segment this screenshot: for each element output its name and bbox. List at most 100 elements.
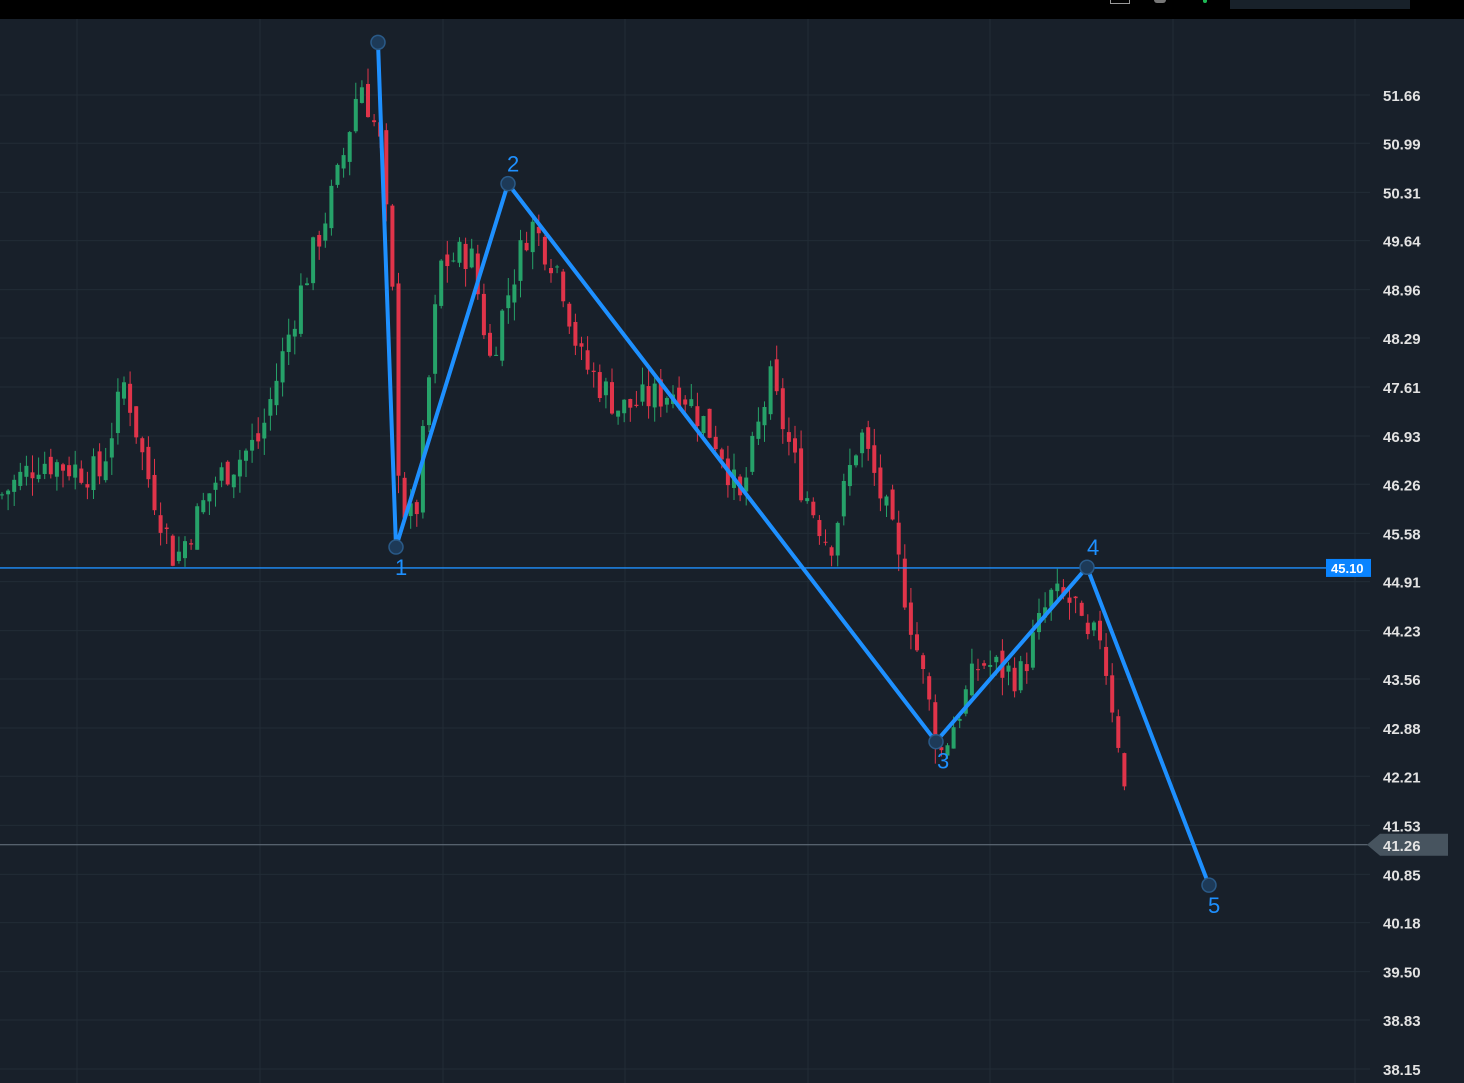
candle	[353, 82, 358, 134]
candle-body	[823, 541, 828, 543]
candle-body	[689, 399, 694, 407]
candle-body	[982, 663, 987, 666]
candle-body	[1024, 664, 1029, 672]
candle	[561, 268, 566, 308]
candle-body	[256, 433, 261, 442]
candle	[250, 423, 255, 463]
candle	[1098, 610, 1102, 650]
candle	[280, 337, 285, 397]
candle	[872, 428, 877, 486]
candle-body	[793, 438, 797, 453]
candle-body	[439, 260, 444, 306]
candle-body	[335, 164, 340, 185]
candle-body	[542, 236, 547, 265]
candle-body	[189, 543, 194, 545]
candle-body	[811, 501, 816, 516]
candle	[481, 283, 486, 340]
candle	[195, 503, 200, 550]
chart-icon[interactable]	[1110, 0, 1130, 4]
candle-body	[231, 474, 236, 488]
price-chart[interactable]: 51.66 50.99 50.31 49.64 48.96 48.29 47.61 46.93…	[0, 19, 1464, 1083]
candle	[866, 420, 871, 461]
candle-body	[701, 416, 706, 434]
y-tick-label: 50.99	[1383, 136, 1421, 153]
candle-body	[164, 527, 169, 530]
y-tick-label: 49.64	[1383, 234, 1421, 251]
y-tick-label: 43.56	[1383, 672, 1421, 689]
candle	[884, 494, 889, 518]
candle	[518, 229, 523, 298]
candle-body	[24, 465, 29, 477]
candle	[292, 320, 297, 355]
search-input[interactable]	[1230, 0, 1410, 9]
candle-body	[896, 522, 901, 555]
candle-body	[860, 432, 865, 454]
candle-body	[695, 406, 700, 426]
candle	[36, 457, 41, 483]
candle	[140, 436, 145, 471]
candle	[793, 425, 797, 464]
candle-body	[323, 223, 328, 241]
candle-body	[908, 602, 913, 635]
candle-body	[506, 295, 511, 309]
candle-body	[713, 436, 718, 450]
candle-body	[610, 382, 614, 414]
candle	[390, 204, 395, 291]
wave-point-label: 5	[1208, 893, 1220, 918]
candle	[298, 273, 303, 337]
candle	[1006, 662, 1011, 686]
candle	[646, 369, 651, 419]
candle	[189, 539, 194, 550]
candle	[12, 474, 17, 506]
candle	[433, 294, 438, 384]
candle-body	[878, 467, 883, 499]
candle	[24, 455, 29, 486]
candle	[109, 422, 114, 475]
candle	[585, 336, 590, 375]
candle-body	[603, 381, 608, 396]
candle-body	[427, 377, 431, 426]
y-tick-label: 50.31	[1383, 185, 1421, 202]
candle-body	[549, 267, 553, 274]
settings-icon[interactable]	[1154, 0, 1166, 3]
candle	[603, 377, 608, 409]
candle-body	[774, 359, 779, 392]
candle	[1116, 709, 1121, 753]
candle-body	[268, 399, 273, 416]
candle-body	[48, 456, 53, 475]
candle-body	[921, 655, 926, 670]
candle	[1110, 663, 1115, 723]
candle-body	[1012, 667, 1017, 692]
candle	[268, 387, 273, 431]
candle-body	[152, 474, 157, 511]
candle-body	[262, 422, 267, 439]
candle	[54, 459, 59, 491]
candle-body	[884, 496, 889, 506]
candle-body	[183, 541, 187, 559]
y-tick-label: 42.21	[1383, 769, 1421, 786]
chart-canvas[interactable]: 51.66 50.99 50.31 49.64 48.96 48.29 47.61 46.93…	[0, 19, 1464, 1083]
candle-body	[585, 350, 590, 370]
candle-body	[847, 465, 852, 487]
candle	[146, 436, 151, 488]
candle-body	[366, 83, 370, 118]
candle-body	[854, 455, 858, 466]
candle-body	[1110, 675, 1115, 713]
candle-body	[12, 479, 17, 492]
candle-body	[292, 328, 297, 337]
candle	[134, 406, 139, 444]
candle-body	[42, 463, 47, 475]
candle-body	[951, 727, 956, 749]
y-tick-label: 47.61	[1383, 380, 1421, 397]
candle	[201, 492, 206, 515]
candle	[61, 462, 65, 488]
candle	[30, 455, 35, 496]
candle	[286, 318, 291, 366]
candle-body	[927, 676, 932, 700]
candle-body	[969, 663, 974, 696]
candle	[103, 447, 108, 483]
candle	[91, 448, 96, 499]
candle-body	[805, 498, 810, 502]
candle	[707, 408, 712, 439]
candle	[908, 587, 913, 650]
